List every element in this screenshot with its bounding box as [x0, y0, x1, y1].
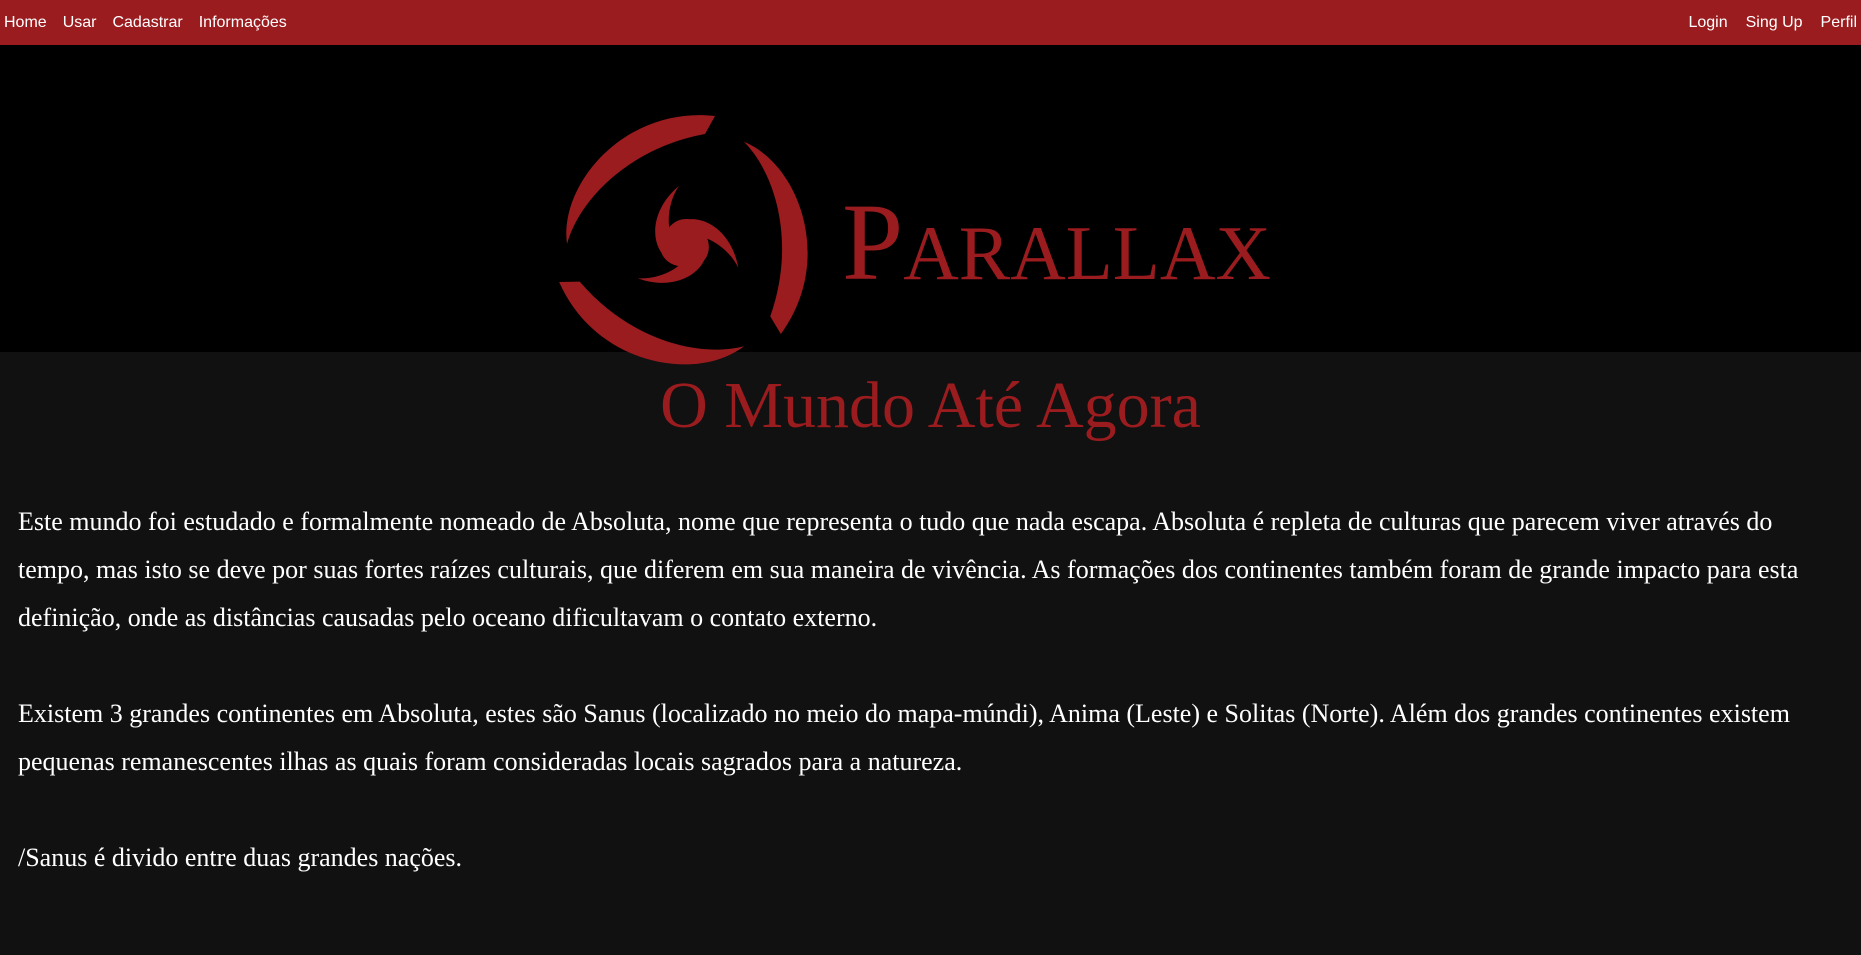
nav-right-group: Login Sing Up Perfil	[1670, 14, 1857, 32]
main-content: O Mundo Até Agora Este mundo foi estudad…	[0, 352, 1861, 955]
paragraph-sanus: /Sanus é divido entre duas grandes naçõe…	[18, 842, 463, 872]
paragraph-continents: Existem 3 grandes continentes em Absolut…	[18, 698, 1790, 776]
logo-wordmark: PARALLAX	[842, 187, 1271, 297]
top-navbar: Home Usar Cadastrar Informações Login Si…	[0, 0, 1861, 45]
nav-link-perfil[interactable]: Perfil	[1821, 14, 1857, 32]
logo-first-letter: P	[842, 181, 904, 303]
nav-link-informacoes[interactable]: Informações	[199, 14, 287, 32]
page-title: O Mundo Até Agora	[660, 369, 1201, 442]
logo-rest-letters: ARALLAX	[903, 210, 1272, 296]
nav-link-cadastrar[interactable]: Cadastrar	[112, 14, 182, 32]
nav-link-signup[interactable]: Sing Up	[1746, 14, 1803, 32]
banner: PARALLAX	[0, 45, 1861, 365]
paragraph-absoluta: Este mundo foi estudado e formalmente no…	[18, 506, 1799, 632]
nav-link-login[interactable]: Login	[1688, 14, 1727, 32]
triquetra-icon	[559, 115, 808, 365]
nav-link-usar[interactable]: Usar	[63, 14, 97, 32]
nav-link-home[interactable]: Home	[4, 14, 47, 32]
nav-left-group: Home Usar Cadastrar Informações	[4, 14, 303, 32]
